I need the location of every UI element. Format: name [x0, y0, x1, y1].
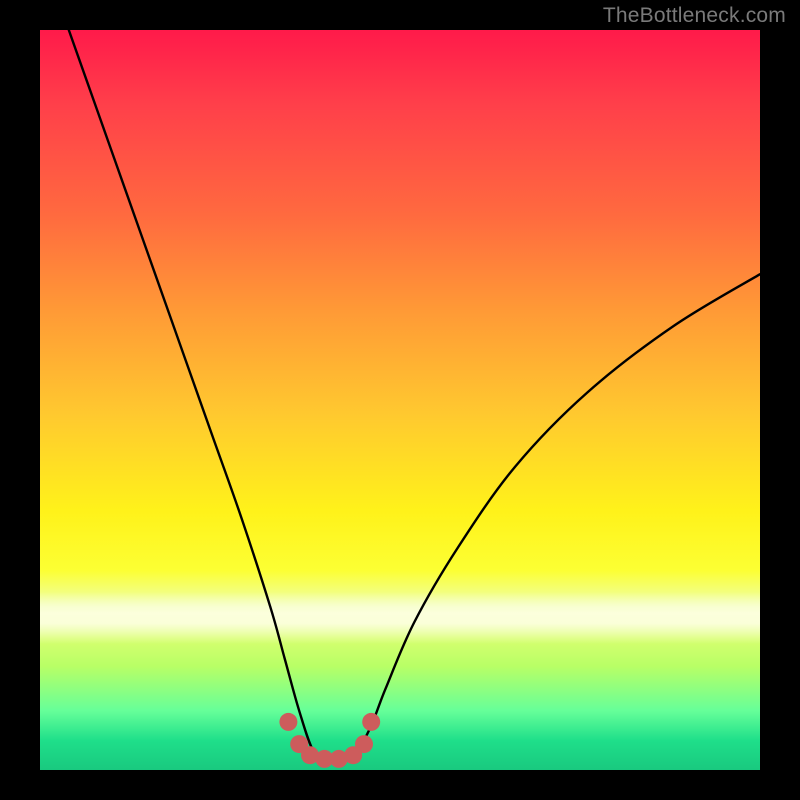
bottleneck-curve [69, 30, 760, 760]
watermark-text: TheBottleneck.com [603, 4, 786, 28]
curve-layer [69, 30, 760, 760]
trough-marker [362, 713, 380, 731]
chart-svg [40, 30, 760, 770]
trough-marker [279, 713, 297, 731]
trough-marker [355, 735, 373, 753]
outer-frame: TheBottleneck.com [0, 0, 800, 800]
marker-layer [279, 713, 380, 768]
